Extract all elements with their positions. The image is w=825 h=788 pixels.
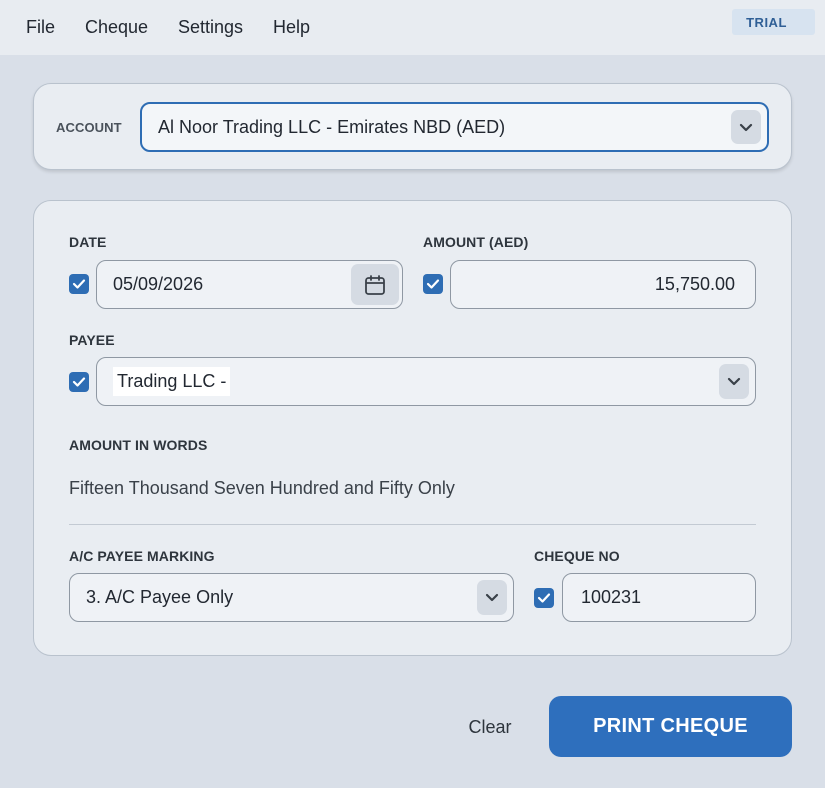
payee-dropdown-button[interactable] xyxy=(719,364,749,399)
ac-payee-label: A/C PAYEE MARKING xyxy=(69,548,215,564)
checkmark-icon xyxy=(72,279,86,289)
menu-file[interactable]: File xyxy=(26,17,55,38)
calendar-button[interactable] xyxy=(351,264,399,305)
ac-payee-value: 3. A/C Payee Only xyxy=(86,587,234,607)
chevron-down-icon xyxy=(727,377,741,386)
menu-help[interactable]: Help xyxy=(273,17,310,38)
checkmark-icon xyxy=(72,377,86,387)
date-label: DATE xyxy=(69,234,107,250)
payee-select[interactable]: Trading LLC - xyxy=(96,357,756,406)
menu-bar: File Cheque Settings Help TRIAL xyxy=(0,0,825,55)
chevron-down-icon xyxy=(739,123,753,131)
menu-settings[interactable]: Settings xyxy=(178,17,243,38)
payee-label: PAYEE xyxy=(69,332,115,348)
account-select[interactable]: Al Noor Trading LLC - Emirates NBD (AED) xyxy=(140,102,769,152)
menu-cheque[interactable]: Cheque xyxy=(85,17,148,38)
date-input[interactable]: 05/09/2026 xyxy=(96,260,403,309)
account-dropdown-button[interactable] xyxy=(731,110,761,144)
account-label: ACCOUNT xyxy=(56,120,122,135)
cheque-form-card: DATE 05/09/2026 AMOUNT (AED) 15,750.00 P… xyxy=(33,200,792,656)
amount-label: AMOUNT (AED) xyxy=(423,234,529,250)
date-checkbox[interactable] xyxy=(69,274,89,294)
checkmark-icon xyxy=(426,279,440,289)
date-value: 05/09/2026 xyxy=(113,274,204,294)
ac-payee-dropdown-button[interactable] xyxy=(477,580,507,615)
payee-checkbox[interactable] xyxy=(69,372,89,392)
account-value: Al Noor Trading LLC - Emirates NBD (AED) xyxy=(158,116,506,137)
checkmark-icon xyxy=(537,593,551,603)
cheque-no-value: 100231 xyxy=(581,587,642,607)
amount-checkbox[interactable] xyxy=(423,274,443,294)
chevron-down-icon xyxy=(485,593,499,602)
cheque-no-label: CHEQUE NO xyxy=(534,548,620,564)
clear-button[interactable]: Clear xyxy=(455,705,525,749)
amount-input[interactable]: 15,750.00 xyxy=(450,260,756,309)
calendar-icon xyxy=(365,274,385,295)
cheque-no-input[interactable]: 100231 xyxy=(562,573,756,622)
payee-value: Trading LLC - xyxy=(113,367,231,396)
amount-words-label: AMOUNT IN WORDS xyxy=(69,437,208,453)
ac-payee-select[interactable]: 3. A/C Payee Only xyxy=(69,573,514,622)
print-cheque-button[interactable]: PRINT CHEQUE xyxy=(549,696,792,757)
cheque-no-checkbox[interactable] xyxy=(534,588,554,608)
trial-badge: TRIAL xyxy=(732,9,815,35)
amount-words-value: Fifteen Thousand Seven Hundred and Fifty… xyxy=(69,478,455,498)
account-card: ACCOUNT Al Noor Trading LLC - Emirates N… xyxy=(33,83,792,170)
amount-value: 15,750.00 xyxy=(654,274,735,294)
divider xyxy=(69,524,756,525)
